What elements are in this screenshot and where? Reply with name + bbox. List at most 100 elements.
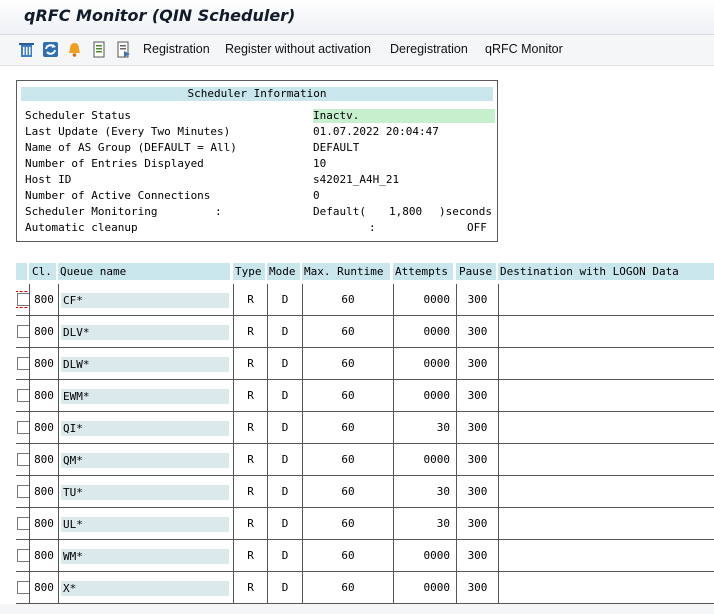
table-row[interactable]: 800 EWM* R D 60 0000 300 — [16, 380, 714, 412]
queue-name-field[interactable]: DLV* — [61, 325, 229, 340]
row-checkbox[interactable] — [17, 581, 29, 594]
table-row[interactable]: 800 X* R D 60 0000 300 — [16, 572, 714, 604]
row-checkbox[interactable] — [17, 549, 29, 562]
document-icon[interactable] — [91, 41, 108, 58]
column-header-attempts[interactable]: Attempts — [393, 263, 453, 280]
client-cell: 800 — [29, 348, 58, 380]
row-select-cell — [16, 348, 29, 380]
select-all-header[interactable] — [16, 263, 27, 280]
document-list-icon[interactable] — [115, 41, 132, 58]
deregistration-button[interactable]: Deregistration — [390, 42, 468, 56]
row-select-cell — [16, 476, 29, 508]
active-connections-value: 0 — [313, 189, 320, 202]
client-cell: 800 — [29, 572, 58, 604]
client-cell: 800 — [29, 316, 58, 348]
attempts-value: 0000 — [423, 581, 451, 594]
table-row[interactable]: 800 DLW* R D 60 0000 300 — [16, 348, 714, 380]
entries-displayed-value: 10 — [313, 157, 327, 170]
max-runtime-cell: 60 — [302, 476, 393, 508]
queue-name-cell: CF* — [58, 284, 233, 316]
host-id-value: s42021_A4H_21 — [313, 173, 400, 186]
row-checkbox[interactable] — [17, 357, 29, 370]
client-value: 800 — [34, 421, 54, 434]
max-runtime-value: 60 — [341, 453, 355, 466]
registration-button[interactable]: Registration — [143, 42, 210, 56]
mode-value: D — [281, 581, 289, 594]
row-checkbox[interactable] — [16, 291, 29, 308]
queue-name-cell: QI* — [58, 412, 233, 444]
column-header-client[interactable]: Cl. — [29, 263, 56, 280]
automatic-cleanup-label: Automatic cleanup — [25, 221, 138, 234]
refresh-icon[interactable] — [42, 41, 59, 58]
queue-name-cell: EWM* — [58, 380, 233, 412]
queue-name-field[interactable]: EWM* — [61, 389, 229, 404]
table-row[interactable]: 800 UL* R D 60 30 300 — [16, 508, 714, 540]
client-cell: 800 — [29, 380, 58, 412]
column-header-type[interactable]: Type — [233, 263, 265, 280]
pause-value: 300 — [467, 325, 488, 338]
max-runtime-cell: 60 — [302, 444, 393, 476]
row-checkbox[interactable] — [17, 421, 29, 434]
type-value: R — [247, 389, 254, 402]
mode-cell: D — [267, 508, 302, 540]
table-row[interactable]: 800 QI* R D 60 30 300 — [16, 412, 714, 444]
scheduler-monitoring-value: Default( — [313, 205, 366, 218]
queue-name-field[interactable]: QM* — [61, 453, 229, 468]
row-checkbox[interactable] — [17, 389, 29, 402]
pause-cell: 300 — [456, 412, 498, 444]
column-header-destination[interactable]: Destination with LOGON Data — [498, 263, 714, 280]
table-row[interactable]: 800 WM* R D 60 0000 300 — [16, 540, 714, 572]
queue-name-field[interactable]: QI* — [61, 421, 229, 436]
type-value: R — [247, 325, 254, 338]
row-checkbox[interactable] — [17, 485, 29, 498]
row-select-cell — [16, 572, 29, 604]
type-value: R — [247, 453, 254, 466]
mode-cell: D — [267, 476, 302, 508]
active-connections-label: Number of Active Connections — [25, 189, 211, 202]
pause-value: 300 — [467, 453, 488, 466]
queue-name-field[interactable]: CF* — [61, 293, 229, 308]
max-runtime-value: 60 — [341, 485, 355, 498]
queue-name-cell: UL* — [58, 508, 233, 540]
client-value: 800 — [34, 325, 54, 338]
destination-cell — [498, 380, 714, 412]
queue-name-field[interactable]: UL* — [61, 517, 229, 532]
register-without-activation-button[interactable]: Register without activation — [225, 42, 371, 56]
delete-icon[interactable] — [18, 41, 35, 58]
bell-icon[interactable] — [66, 41, 83, 58]
max-runtime-cell: 60 — [302, 284, 393, 316]
queue-name-field[interactable]: TU* — [61, 485, 229, 500]
queue-name-field[interactable]: DLW* — [61, 357, 229, 372]
qrfc-monitor-button[interactable]: qRFC Monitor — [485, 42, 563, 56]
queue-name-field[interactable]: X* — [61, 581, 229, 596]
max-runtime-cell: 60 — [302, 412, 393, 444]
max-runtime-cell: 60 — [302, 348, 393, 380]
column-header-pause[interactable]: Pause — [456, 263, 496, 280]
mode-value: D — [281, 485, 289, 498]
mode-cell: D — [267, 348, 302, 380]
table-row[interactable]: 800 QM* R D 60 0000 300 — [16, 444, 714, 476]
table-row[interactable]: 800 DLV* R D 60 0000 300 — [16, 316, 714, 348]
window-title: qRFC Monitor (QIN Scheduler) — [24, 6, 296, 25]
row-checkbox[interactable] — [17, 325, 29, 338]
pause-cell: 300 — [456, 540, 498, 572]
table-row[interactable]: 800 CF* R D 60 0000 300 — [16, 284, 714, 316]
column-header-max-runtime[interactable]: Max. Runtime — [302, 263, 390, 280]
max-runtime-value: 60 — [341, 325, 355, 338]
column-header-mode[interactable]: Mode — [267, 263, 300, 280]
queue-name-cell: WM* — [58, 540, 233, 572]
application-toolbar: Registration Register without activation… — [0, 35, 714, 66]
mode-cell: D — [267, 540, 302, 572]
attempts-value: 30 — [436, 421, 450, 434]
column-header-queue-name[interactable]: Queue name — [58, 263, 230, 280]
mode-cell: D — [267, 412, 302, 444]
row-checkbox[interactable] — [17, 453, 29, 466]
table-row[interactable]: 800 TU* R D 60 30 300 — [16, 476, 714, 508]
pause-value: 300 — [467, 357, 488, 370]
row-checkbox[interactable] — [17, 517, 29, 530]
type-cell: R — [233, 380, 267, 412]
max-runtime-cell: 60 — [302, 316, 393, 348]
scheduler-monitoring-unit: )seconds — [439, 205, 492, 218]
scheduler-information-title: Scheduler Information — [21, 87, 493, 101]
queue-name-field[interactable]: WM* — [61, 549, 229, 564]
